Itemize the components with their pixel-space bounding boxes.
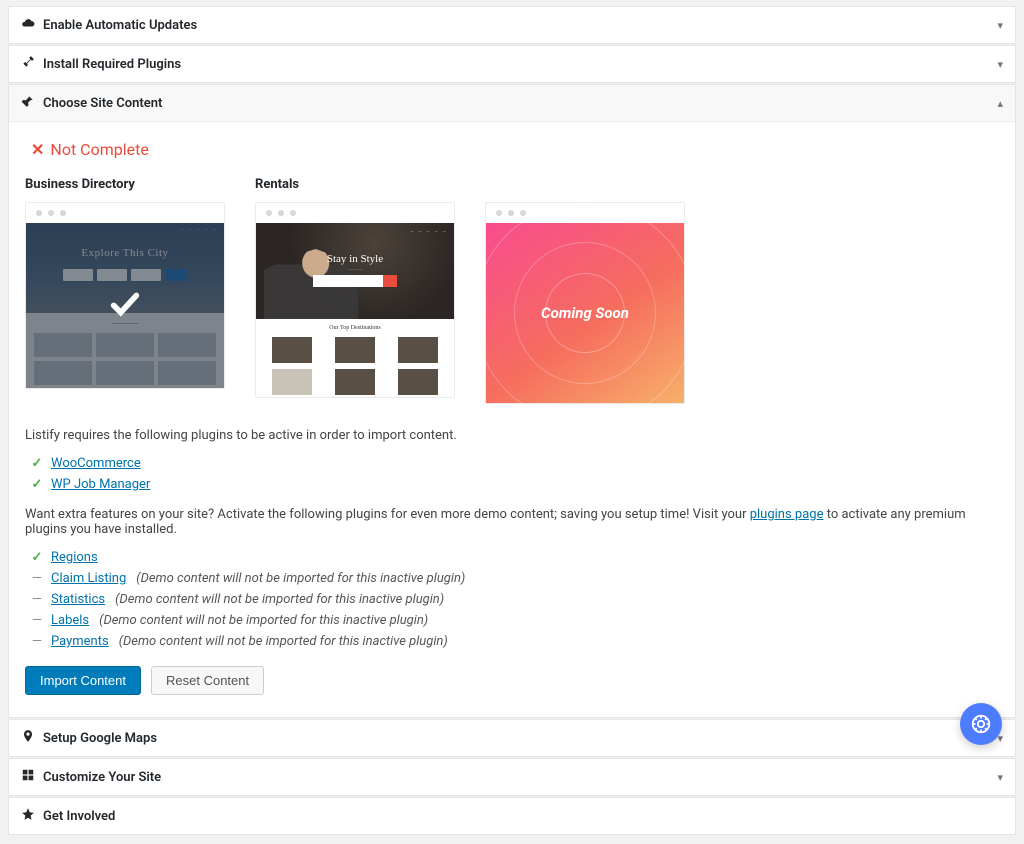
required-plugin-item: ✓ WP Job Manager [31,474,999,495]
panel-title: Get Involved [43,809,115,824]
chevron-down-icon: ▾ [997,58,1003,71]
demo-business-directory[interactable]: Business Directory ————— Explore This Ci… [25,177,225,404]
demo-label [485,177,685,192]
dash-icon: — [31,592,43,607]
cloud-icon [21,16,35,34]
demo-label: Business Directory [25,177,225,192]
optional-plugin-item: — Payments (Demo content will not be imp… [31,631,999,652]
panel-title: Enable Automatic Updates [43,18,197,33]
customize-icon [21,768,35,786]
plugin-link[interactable]: WooCommerce [51,456,141,471]
optional-plugin-item: — Statistics (Demo content will not be i… [31,589,999,610]
reset-content-button[interactable]: Reset Content [151,666,264,695]
plugin-link[interactable]: Regions [51,550,98,565]
optional-plugins-list: ✓ Regions — Claim Listing (Demo content … [31,547,999,652]
panel-title: Customize Your Site [43,770,161,785]
plugin-link[interactable]: WP Job Manager [51,477,150,492]
inactive-note: (Demo content will not be imported for t… [136,571,465,586]
check-icon: ✓ [31,456,43,471]
optional-plugin-item: — Claim Listing (Demo content will not b… [31,568,999,589]
check-icon [108,287,142,325]
check-icon: ✓ [31,550,43,565]
panel-content-body: ✕ Not Complete Business Directory [9,121,1015,717]
window-dots [256,203,454,223]
status-not-complete: ✕ Not Complete [25,140,999,159]
required-intro: Listify requires the following plugins t… [25,428,999,443]
plugin-link[interactable]: Statistics [51,592,105,607]
status-text: Not Complete [50,140,148,159]
demo-coming-soon: Coming Soon [485,177,685,404]
import-content-button[interactable]: Import Content [25,666,141,695]
pin-icon [21,94,35,112]
inactive-note: (Demo content will not be imported for t… [115,592,444,607]
plugin-link[interactable]: Labels [51,613,89,628]
optional-plugin-item: ✓ Regions [31,547,999,568]
panel-customize[interactable]: Customize Your Site ▾ [8,758,1016,796]
coming-soon-text: Coming Soon [541,304,629,322]
panel-content-header[interactable]: Choose Site Content ▴ [9,85,1015,121]
inactive-note: (Demo content will not be imported for t… [99,613,428,628]
required-plugins-list: ✓ WooCommerce ✓ WP Job Manager [31,453,999,495]
chevron-up-icon: ▴ [997,97,1003,110]
panel-maps[interactable]: Setup Google Maps ▾ [8,719,1016,757]
help-button[interactable] [960,703,1002,745]
map-pin-icon [21,729,35,747]
panel-content: Choose Site Content ▴ ✕ Not Complete Bus… [8,84,1016,718]
star-icon [21,807,35,825]
hero-title: Stay in Style [256,253,454,265]
panel-title: Setup Google Maps [43,731,157,746]
panel-title: Install Required Plugins [43,57,181,72]
panel-updates[interactable]: Enable Automatic Updates ▾ [8,6,1016,44]
dash-icon: — [31,613,43,628]
demo-label: Rentals [255,177,455,192]
plugin-link[interactable]: Claim Listing [51,571,126,586]
required-plugin-item: ✓ WooCommerce [31,453,999,474]
extra-intro: Want extra features on your site? Activa… [25,507,999,537]
panel-involved[interactable]: Get Involved [8,797,1016,835]
section-title: Our Top Destinations [264,325,446,331]
window-dots [26,203,224,223]
panel-plugins[interactable]: Install Required Plugins ▾ [8,45,1016,83]
plugin-link[interactable]: Payments [51,634,109,649]
chevron-down-icon: ▾ [997,771,1003,784]
x-icon: ✕ [31,140,44,159]
dash-icon: — [31,571,43,586]
wrench-icon [21,55,35,73]
inactive-note: (Demo content will not be imported for t… [119,634,448,649]
chevron-down-icon: ▾ [997,19,1003,32]
demo-rentals[interactable]: Rentals ————— Stay in Style — — — — — Ou… [255,177,455,404]
plugins-page-link[interactable]: plugins page [750,507,824,522]
optional-plugin-item: — Labels (Demo content will not be impor… [31,610,999,631]
check-icon: ✓ [31,477,43,492]
selected-overlay [26,223,224,388]
dash-icon: — [31,634,43,649]
panel-title: Choose Site Content [43,96,162,111]
